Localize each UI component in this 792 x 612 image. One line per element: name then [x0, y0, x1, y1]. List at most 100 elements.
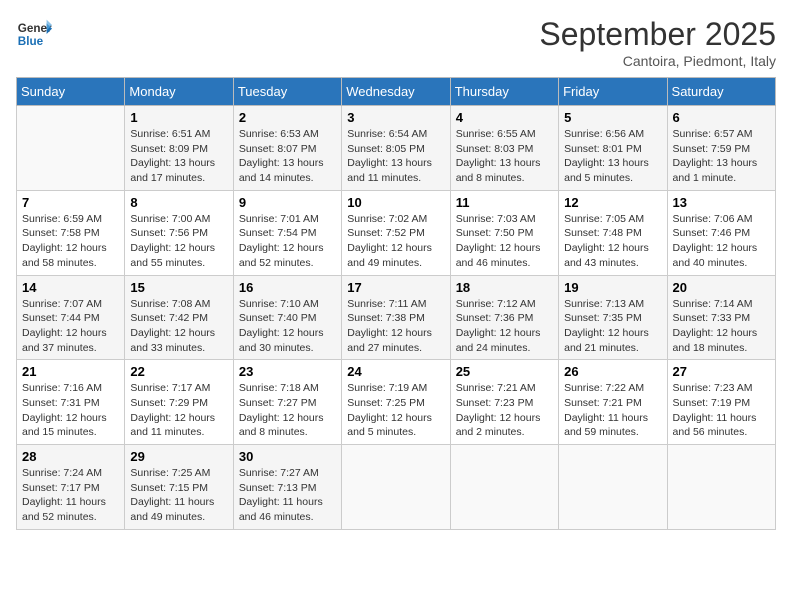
title-block: September 2025 Cantoira, Piedmont, Italy — [539, 16, 776, 69]
calendar-cell: 5 Sunrise: 6:56 AM Sunset: 8:01 PM Daylig… — [559, 106, 667, 191]
day-info: Sunrise: 7:14 AM Sunset: 7:33 PM Dayligh… — [673, 297, 770, 356]
day-info: Sunrise: 6:51 AM Sunset: 8:09 PM Dayligh… — [130, 127, 227, 186]
calendar-cell: 17Sunrise: 7:11 AM Sunset: 7:38 PM Dayli… — [342, 275, 450, 360]
calendar-cell: 25 Sunrise: 7:21 AM Sunset: 7:23 PM Dayli… — [450, 360, 558, 445]
day-info: Sunrise: 7:23 AM Sunset: 7:19 PM Dayligh… — [673, 381, 770, 440]
day-number: 3 — [347, 110, 444, 125]
calendar-cell: 30Sunrise: 7:27 AM Sunset: 7:13 PM Dayli… — [233, 445, 341, 530]
day-info: Sunrise: 7:19 AM Sunset: 7:25 PM Dayligh… — [347, 381, 444, 440]
day-number: 13 — [673, 195, 770, 210]
day-number: 21 — [22, 364, 119, 379]
calendar-cell — [17, 106, 125, 191]
day-info: Sunrise: 7:02 AM Sunset: 7:52 PM Dayligh… — [347, 212, 444, 271]
day-info: Sunrise: 7:21 AM Sunset: 7:23 PM Dayligh… — [456, 381, 553, 440]
calendar-cell: 19Sunrise: 7:13 AM Sunset: 7:35 PM Dayli… — [559, 275, 667, 360]
day-number: 15 — [130, 280, 227, 295]
calendar-body: 1 Sunrise: 6:51 AM Sunset: 8:09 PM Daylig… — [17, 106, 776, 530]
day-info: Sunrise: 7:05 AM Sunset: 7:48 PM Dayligh… — [564, 212, 661, 271]
calendar-cell: 29 Sunrise: 7:25 AM Sunset: 7:15 PM Dayli… — [125, 445, 233, 530]
day-number: 18 — [456, 280, 553, 295]
weekday-header-cell: Saturday — [667, 78, 775, 106]
svg-text:Blue: Blue — [18, 35, 44, 48]
calendar-cell: 6 Sunrise: 6:57 AM Sunset: 7:59 PM Daylig… — [667, 106, 775, 191]
calendar-week-row: 7Sunrise: 6:59 AM Sunset: 7:58 PM Daylig… — [17, 190, 776, 275]
day-number: 23 — [239, 364, 336, 379]
day-info: Sunrise: 7:00 AM Sunset: 7:56 PM Dayligh… — [130, 212, 227, 271]
calendar-week-row: 21 Sunrise: 7:16 AM Sunset: 7:31 PM Dayli… — [17, 360, 776, 445]
day-number: 19 — [564, 280, 661, 295]
calendar-cell — [342, 445, 450, 530]
calendar-cell: 8 Sunrise: 7:00 AM Sunset: 7:56 PM Daylig… — [125, 190, 233, 275]
day-number: 14 — [22, 280, 119, 295]
day-number: 22 — [130, 364, 227, 379]
day-number: 26 — [564, 364, 661, 379]
calendar-week-row: 14 Sunrise: 7:07 AM Sunset: 7:44 PM Dayli… — [17, 275, 776, 360]
calendar-cell: 3 Sunrise: 6:54 AM Sunset: 8:05 PM Daylig… — [342, 106, 450, 191]
calendar-cell: 26 Sunrise: 7:22 AM Sunset: 7:21 PM Dayli… — [559, 360, 667, 445]
calendar-cell: 21 Sunrise: 7:16 AM Sunset: 7:31 PM Dayli… — [17, 360, 125, 445]
weekday-header-row: SundayMondayTuesdayWednesdayThursdayFrid… — [17, 78, 776, 106]
calendar-cell: 27 Sunrise: 7:23 AM Sunset: 7:19 PM Dayli… — [667, 360, 775, 445]
calendar-cell — [450, 445, 558, 530]
day-info: Sunrise: 7:16 AM Sunset: 7:31 PM Dayligh… — [22, 381, 119, 440]
weekday-header-cell: Friday — [559, 78, 667, 106]
day-info: Sunrise: 7:18 AM Sunset: 7:27 PM Dayligh… — [239, 381, 336, 440]
calendar-cell: 2 Sunrise: 6:53 AM Sunset: 8:07 PM Daylig… — [233, 106, 341, 191]
calendar-cell: 15 Sunrise: 7:08 AM Sunset: 7:42 PM Dayli… — [125, 275, 233, 360]
day-info: Sunrise: 7:07 AM Sunset: 7:44 PM Dayligh… — [22, 297, 119, 356]
calendar-cell: 13 Sunrise: 7:06 AM Sunset: 7:46 PM Dayli… — [667, 190, 775, 275]
calendar-cell: 12 Sunrise: 7:05 AM Sunset: 7:48 PM Dayli… — [559, 190, 667, 275]
day-info: Sunrise: 7:10 AM Sunset: 7:40 PM Dayligh… — [239, 297, 336, 356]
day-number: 24 — [347, 364, 444, 379]
day-number: 16 — [239, 280, 336, 295]
day-number: 9 — [239, 195, 336, 210]
calendar-cell: 24 Sunrise: 7:19 AM Sunset: 7:25 PM Dayli… — [342, 360, 450, 445]
calendar-cell: 20 Sunrise: 7:14 AM Sunset: 7:33 PM Dayli… — [667, 275, 775, 360]
calendar-cell: 16 Sunrise: 7:10 AM Sunset: 7:40 PM Dayli… — [233, 275, 341, 360]
weekday-header-cell: Sunday — [17, 78, 125, 106]
day-number: 2 — [239, 110, 336, 125]
day-info: Sunrise: 7:17 AM Sunset: 7:29 PM Dayligh… — [130, 381, 227, 440]
calendar-cell: 28Sunrise: 7:24 AM Sunset: 7:17 PM Dayli… — [17, 445, 125, 530]
location-subtitle: Cantoira, Piedmont, Italy — [539, 53, 776, 69]
calendar-cell: 22 Sunrise: 7:17 AM Sunset: 7:29 PM Dayli… — [125, 360, 233, 445]
day-number: 4 — [456, 110, 553, 125]
day-info: Sunrise: 7:22 AM Sunset: 7:21 PM Dayligh… — [564, 381, 661, 440]
day-info: Sunrise: 7:25 AM Sunset: 7:15 PM Dayligh… — [130, 466, 227, 525]
day-number: 29 — [130, 449, 227, 464]
calendar-cell: 10 Sunrise: 7:02 AM Sunset: 7:52 PM Dayli… — [342, 190, 450, 275]
day-info: Sunrise: 7:08 AM Sunset: 7:42 PM Dayligh… — [130, 297, 227, 356]
weekday-header-cell: Tuesday — [233, 78, 341, 106]
calendar-cell: 11 Sunrise: 7:03 AM Sunset: 7:50 PM Dayli… — [450, 190, 558, 275]
day-info: Sunrise: 6:57 AM Sunset: 7:59 PM Dayligh… — [673, 127, 770, 186]
day-number: 27 — [673, 364, 770, 379]
day-number: 11 — [456, 195, 553, 210]
logo: General Blue — [16, 16, 52, 52]
day-info: Sunrise: 6:54 AM Sunset: 8:05 PM Dayligh… — [347, 127, 444, 186]
day-number: 12 — [564, 195, 661, 210]
day-number: 5 — [564, 110, 661, 125]
day-info: Sunrise: 7:01 AM Sunset: 7:54 PM Dayligh… — [239, 212, 336, 271]
day-number: 20 — [673, 280, 770, 295]
weekday-header-cell: Thursday — [450, 78, 558, 106]
day-number: 25 — [456, 364, 553, 379]
day-number: 6 — [673, 110, 770, 125]
day-number: 1 — [130, 110, 227, 125]
day-number: 17 — [347, 280, 444, 295]
day-info: Sunrise: 6:56 AM Sunset: 8:01 PM Dayligh… — [564, 127, 661, 186]
day-info: Sunrise: 7:06 AM Sunset: 7:46 PM Dayligh… — [673, 212, 770, 271]
calendar-cell: 14 Sunrise: 7:07 AM Sunset: 7:44 PM Dayli… — [17, 275, 125, 360]
day-number: 10 — [347, 195, 444, 210]
day-info: Sunrise: 6:53 AM Sunset: 8:07 PM Dayligh… — [239, 127, 336, 186]
day-number: 30 — [239, 449, 336, 464]
day-info: Sunrise: 7:03 AM Sunset: 7:50 PM Dayligh… — [456, 212, 553, 271]
weekday-header-cell: Wednesday — [342, 78, 450, 106]
calendar-table: SundayMondayTuesdayWednesdayThursdayFrid… — [16, 77, 776, 530]
calendar-week-row: 1 Sunrise: 6:51 AM Sunset: 8:09 PM Daylig… — [17, 106, 776, 191]
day-number: 8 — [130, 195, 227, 210]
day-info: Sunrise: 6:59 AM Sunset: 7:58 PM Dayligh… — [22, 212, 119, 271]
calendar-cell: 4Sunrise: 6:55 AM Sunset: 8:03 PM Daylig… — [450, 106, 558, 191]
day-info: Sunrise: 7:12 AM Sunset: 7:36 PM Dayligh… — [456, 297, 553, 356]
day-info: Sunrise: 7:24 AM Sunset: 7:17 PM Dayligh… — [22, 466, 119, 525]
month-title: September 2025 — [539, 16, 776, 53]
